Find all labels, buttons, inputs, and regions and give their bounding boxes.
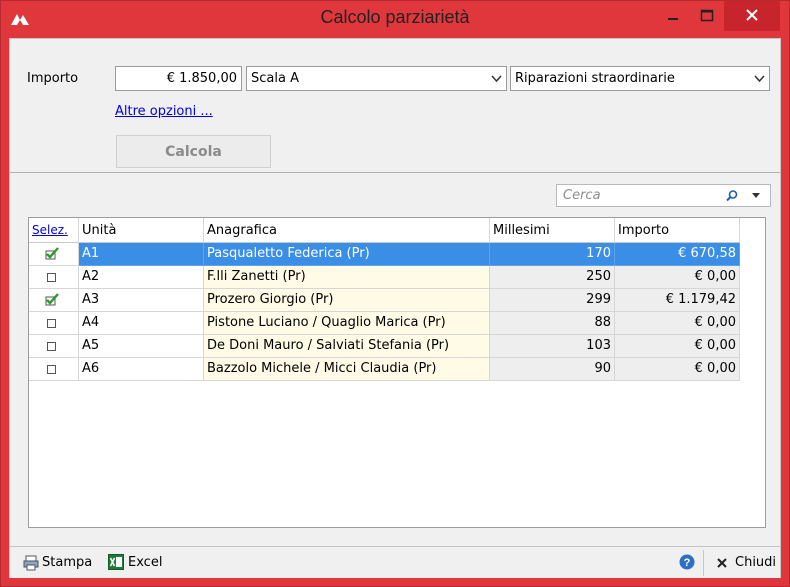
checkbox[interactable] [47, 319, 56, 328]
chiudi-button[interactable]: Chiudi [715, 555, 777, 573]
table-row[interactable]: A3 Prozero Giorgio (Pr) 299 € 1.179,42 [29, 289, 740, 312]
millesimi-cell[interactable]: 90 [490, 358, 615, 381]
unit-cell[interactable]: A3 [79, 289, 204, 312]
table-row[interactable]: A6 Bazzolo Michele / Micci Claudia (Pr) 90… [29, 358, 740, 381]
form-area: Importo € 1.850,00 Scala A Riparazioni s… [10, 39, 780, 173]
table-row[interactable]: A4 Pistone Luciano / Quaglio Marica (Pr) 8… [29, 312, 740, 335]
close-icon [717, 558, 727, 568]
excel-icon [108, 554, 124, 570]
anagrafica-cell[interactable]: Bazzolo Michele / Micci Claudia (Pr) [204, 358, 490, 381]
close-icon [746, 9, 758, 21]
importo-input[interactable]: € 1.850,00 [115, 66, 242, 91]
checkmark-icon[interactable] [44, 292, 60, 306]
table-row[interactable]: A2 F.lli Zanetti (Pr) 250 € 0,00 [29, 266, 740, 289]
search-input[interactable]: Cerca [563, 188, 601, 203]
chevron-down-icon [754, 75, 765, 83]
maximize-button[interactable] [690, 1, 724, 31]
header-anagrafica[interactable]: Anagrafica [204, 218, 490, 243]
search-box[interactable]: Cerca [556, 184, 771, 207]
anagrafica-cell[interactable]: Pasqualetto Federica (Pr) [204, 243, 490, 266]
importo-cell[interactable]: € 0,00 [615, 266, 740, 289]
printer-icon [23, 555, 39, 571]
checkmark-icon[interactable] [44, 246, 60, 260]
anagrafica-cell[interactable]: Pistone Luciano / Quaglio Marica (Pr) [204, 312, 490, 335]
row-select-cell[interactable] [29, 266, 79, 289]
table-row[interactable]: A5 De Doni Mauro / Salviati Stefania (Pr)… [29, 335, 740, 358]
row-select-cell[interactable] [29, 243, 79, 266]
footer-separator [703, 550, 704, 576]
search-icon[interactable] [725, 189, 739, 203]
tipo-spesa-select-value: Riparazioni straordinarie [515, 71, 675, 86]
header-selez[interactable]: Selez. [29, 218, 79, 243]
importo-label: Importo [27, 71, 79, 86]
calcola-button[interactable]: Calcola [116, 135, 271, 168]
unit-cell[interactable]: A2 [79, 266, 204, 289]
importo-cell[interactable]: € 1.179,42 [615, 289, 740, 312]
importo-cell[interactable]: € 0,00 [615, 358, 740, 381]
anagrafica-cell[interactable]: F.lli Zanetti (Pr) [204, 266, 490, 289]
tipo-spesa-select[interactable]: Riparazioni straordinarie [510, 66, 770, 91]
row-select-cell[interactable] [29, 289, 79, 312]
scala-select-value: Scala A [251, 71, 299, 86]
scala-select[interactable]: Scala A [246, 66, 507, 91]
unit-cell[interactable]: A6 [79, 358, 204, 381]
title-bar: Calcolo parziarietà [1, 1, 789, 38]
row-select-cell[interactable] [29, 358, 79, 381]
data-grid: Selez. Unità Anagrafica Millesimi Import… [28, 217, 766, 528]
maximize-icon [700, 9, 714, 22]
checkbox[interactable] [47, 342, 56, 351]
checkbox[interactable] [47, 273, 56, 282]
anagrafica-cell[interactable]: Prozero Giorgio (Pr) [204, 289, 490, 312]
table-row[interactable]: A1 Pasqualetto Federica (Pr) 170 € 670,58 [29, 243, 740, 266]
close-window-button[interactable] [724, 1, 780, 31]
minimize-icon [668, 18, 678, 20]
excel-label: Excel [128, 555, 163, 570]
millesimi-cell[interactable]: 299 [490, 289, 615, 312]
svg-text:?: ? [684, 557, 691, 569]
millesimi-cell[interactable]: 250 [490, 266, 615, 289]
help-icon[interactable]: ? [679, 554, 695, 570]
unit-cell[interactable]: A1 [79, 243, 204, 266]
altre-opzioni-link[interactable]: Altre opzioni ... [115, 104, 213, 119]
header-importo[interactable]: Importo [615, 218, 740, 243]
stampa-label: Stampa [42, 555, 93, 570]
importo-cell[interactable]: € 0,00 [615, 312, 740, 335]
excel-button[interactable]: Excel [108, 554, 168, 573]
checkbox[interactable] [47, 365, 56, 374]
header-unita[interactable]: Unità [79, 218, 204, 243]
row-select-cell[interactable] [29, 312, 79, 335]
dialog-window: Calcolo parziarietà Importo € 1.850,00 S… [0, 0, 790, 587]
search-options-icon[interactable] [752, 193, 760, 198]
dialog-client-area: Importo € 1.850,00 Scala A Riparazioni s… [9, 38, 781, 578]
row-select-cell[interactable] [29, 335, 79, 358]
importo-cell[interactable]: € 0,00 [615, 335, 740, 358]
anagrafica-cell[interactable]: De Doni Mauro / Salviati Stefania (Pr) [204, 335, 490, 358]
unit-cell[interactable]: A4 [79, 312, 204, 335]
footer-bar: Stampa Excel ? Chiudi [10, 546, 780, 578]
millesimi-cell[interactable]: 103 [490, 335, 615, 358]
unit-cell[interactable]: A5 [79, 335, 204, 358]
millesimi-cell[interactable]: 170 [490, 243, 615, 266]
header-millesimi[interactable]: Millesimi [490, 218, 615, 243]
importo-cell[interactable]: € 670,58 [615, 243, 740, 266]
minimize-button[interactable] [656, 1, 690, 31]
grid-header: Selez. Unità Anagrafica Millesimi Import… [29, 218, 740, 243]
millesimi-cell[interactable]: 88 [490, 312, 615, 335]
stampa-button[interactable]: Stampa [22, 555, 102, 573]
chevron-down-icon [491, 75, 502, 83]
chiudi-label: Chiudi [735, 555, 777, 570]
